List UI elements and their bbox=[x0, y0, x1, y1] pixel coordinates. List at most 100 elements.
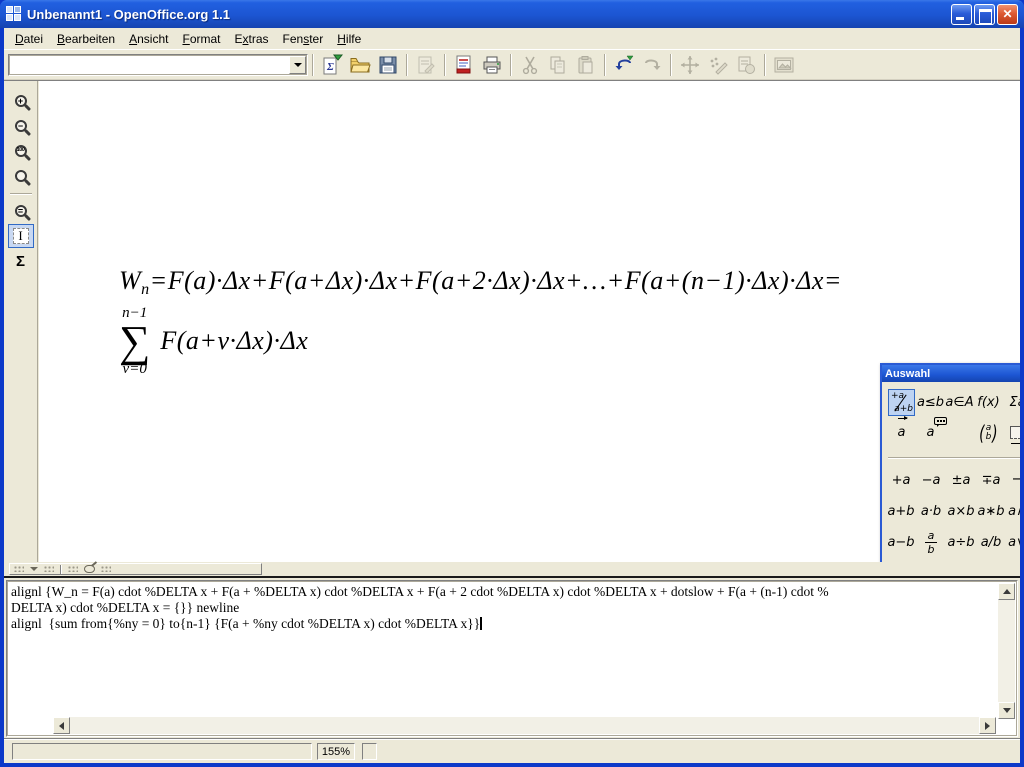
menu-format[interactable]: Format bbox=[175, 29, 227, 49]
menu-datei[interactable]: Datei bbox=[8, 29, 50, 49]
dock-handle-bar[interactable] bbox=[9, 563, 262, 575]
redo-button[interactable] bbox=[639, 52, 665, 78]
scroll-left-icon bbox=[59, 722, 64, 730]
symbol-a-over-b[interactable]: ab bbox=[916, 527, 946, 558]
palette-category-row-1: +a a+b a≤b a∈A f(x) Σa bbox=[888, 389, 1020, 416]
grip-dots-icon[interactable] bbox=[101, 566, 111, 572]
undo-button[interactable] bbox=[611, 52, 637, 78]
symbol-minusplus-a[interactable]: ∓a bbox=[976, 465, 1006, 496]
summation-symbol: n−1 ∑ ν=0 bbox=[119, 305, 150, 378]
command-vertical-scrollbar[interactable] bbox=[998, 583, 1015, 719]
command-horizontal-scrollbar[interactable] bbox=[53, 717, 996, 734]
styles-button[interactable] bbox=[733, 52, 759, 78]
command-line[interactable]: alignl {sum from{%ny = 0} to{n-1} {F(a +… bbox=[11, 616, 995, 632]
formula-command-window[interactable]: alignl {W_n = F(a) cdot %DELTA x + F(a +… bbox=[6, 580, 1018, 737]
symbol-a-cdot-b[interactable]: a·b bbox=[916, 496, 946, 527]
symbol-a-slash-b[interactable]: a/b bbox=[976, 527, 1006, 558]
scroll-right-button[interactable] bbox=[979, 717, 996, 734]
paste-button[interactable] bbox=[573, 52, 599, 78]
formula-line-2: n−1 ∑ ν=0 F(a+ν·Δx)·Δx bbox=[119, 305, 842, 378]
zoom-all-button[interactable] bbox=[8, 164, 34, 188]
grip-dots-icon[interactable] bbox=[14, 566, 24, 572]
save-floppy-icon bbox=[377, 54, 399, 76]
symbols-button[interactable]: Σ bbox=[8, 249, 34, 273]
formula-cursor-icon: I bbox=[13, 228, 29, 244]
symbol-a-plus-b[interactable]: a+b bbox=[886, 496, 916, 527]
menu-fenster[interactable]: Fenster bbox=[276, 29, 331, 49]
symbol-plus-a[interactable]: +a bbox=[886, 465, 916, 496]
catalog-dots-icon bbox=[707, 54, 729, 76]
minimize-button[interactable] bbox=[951, 4, 972, 25]
print-button[interactable] bbox=[479, 52, 505, 78]
printer-icon bbox=[481, 54, 503, 76]
menu-hilfe[interactable]: Hilfe bbox=[330, 29, 368, 49]
redo-arrow-icon bbox=[641, 54, 663, 76]
format-box-icon bbox=[1010, 426, 1020, 439]
symbol-a-div-b[interactable]: a÷b bbox=[946, 527, 976, 558]
category-relations[interactable]: a≤b bbox=[917, 389, 944, 416]
combobox-dropdown-button[interactable] bbox=[289, 56, 306, 74]
scroll-down-button[interactable] bbox=[998, 702, 1015, 719]
export-document-icon bbox=[453, 54, 475, 76]
formula-source-text[interactable]: alignl {W_n = F(a) cdot %DELTA x + F(a +… bbox=[11, 584, 995, 632]
new-formula-button[interactable]: Σ bbox=[319, 52, 345, 78]
chevron-down-icon[interactable] bbox=[30, 567, 38, 571]
symbol-plusminus-a[interactable]: ±a bbox=[946, 465, 976, 496]
command-line[interactable]: DELTA x) cdot %DELTA x = {}} newline bbox=[11, 600, 995, 616]
symbol-a-or-b[interactable]: a∨b bbox=[1006, 527, 1020, 558]
unary-binary-icon: +a a+b bbox=[889, 390, 914, 415]
formula-line-1: Wn=F(a)·Δx+F(a+Δx)·Δx+F(a+2·Δx)·Δx+…+F(a… bbox=[119, 266, 842, 299]
copy-button[interactable] bbox=[545, 52, 571, 78]
open-button[interactable] bbox=[347, 52, 373, 78]
formula-cursor-button[interactable]: I bbox=[8, 224, 34, 248]
load-url-input[interactable] bbox=[9, 55, 288, 75]
load-url-combobox[interactable] bbox=[8, 54, 308, 76]
gallery-button[interactable] bbox=[771, 52, 797, 78]
scroll-up-button[interactable] bbox=[998, 583, 1015, 600]
title-bar[interactable]: Unbenannt1 - OpenOffice.org 1.1 ✕ bbox=[0, 0, 1024, 28]
grip-dots-icon[interactable] bbox=[68, 566, 78, 572]
scroll-left-button[interactable] bbox=[53, 717, 70, 734]
scroll-down-icon bbox=[1003, 708, 1011, 713]
symbol-a-minus-b[interactable]: a−b bbox=[886, 527, 916, 558]
command-line[interactable]: alignl {W_n = F(a) cdot %DELTA x + F(a +… bbox=[11, 584, 995, 600]
pen-icon[interactable] bbox=[84, 565, 95, 573]
palette-title-bar[interactable]: Auswahl ✕ bbox=[882, 365, 1020, 382]
symbol-neg-a[interactable]: ¬a bbox=[1006, 465, 1020, 496]
palette-separator bbox=[888, 457, 1020, 459]
status-zoom-panel[interactable]: 155% bbox=[317, 743, 355, 760]
rendered-formula: Wn=F(a)·Δx+F(a+Δx)·Δx+F(a+2·Δx)·Δx+…+F(a… bbox=[119, 266, 842, 378]
symbol-a-times-b[interactable]: a×b bbox=[946, 496, 976, 527]
grip-dots-icon[interactable] bbox=[44, 566, 54, 572]
menu-bearbeiten[interactable]: Bearbeiten bbox=[50, 29, 122, 49]
category-set-operations[interactable]: a∈A bbox=[946, 389, 973, 416]
category-unary-binary-operators[interactable]: +a a+b bbox=[888, 389, 915, 416]
symbol-a-and-b[interactable]: a∧b bbox=[1006, 496, 1020, 527]
category-operators[interactable]: Σa bbox=[1004, 389, 1020, 416]
menu-ansicht[interactable]: Ansicht bbox=[122, 29, 175, 49]
category-attributes[interactable]: a bbox=[888, 419, 915, 446]
menu-extras[interactable]: Extras bbox=[228, 29, 276, 49]
category-misc[interactable]: a bbox=[917, 419, 944, 446]
splitter-line[interactable] bbox=[4, 576, 1020, 578]
symbol-minus-a[interactable]: −a bbox=[916, 465, 946, 496]
close-button[interactable]: ✕ bbox=[997, 4, 1018, 25]
category-brackets[interactable]: (ab) bbox=[975, 419, 1002, 446]
maximize-button[interactable] bbox=[974, 4, 995, 25]
zoom-in-button[interactable]: + bbox=[8, 89, 34, 113]
toolbar-dock-strip bbox=[4, 562, 1020, 576]
edit-formula-button[interactable] bbox=[413, 52, 439, 78]
zoom-100-button[interactable]: 100 bbox=[8, 139, 34, 163]
symbols-catalog-button[interactable] bbox=[705, 52, 731, 78]
cut-button[interactable] bbox=[517, 52, 543, 78]
navigator-button[interactable] bbox=[677, 52, 703, 78]
save-button[interactable] bbox=[375, 52, 401, 78]
export-pdf-button[interactable] bbox=[451, 52, 477, 78]
sigma-icon: Σ bbox=[16, 253, 25, 270]
category-functions[interactable]: f(x) bbox=[975, 389, 1002, 416]
symbol-a-ast-b[interactable]: a∗b bbox=[976, 496, 1006, 527]
selection-palette-window[interactable]: Auswahl ✕ +a a+b a≤b a∈A f(x) Σa bbox=[880, 363, 1020, 563]
category-formats[interactable] bbox=[1004, 419, 1020, 446]
zoom-out-button[interactable]: − bbox=[8, 114, 34, 138]
update-view-button[interactable]: = bbox=[8, 199, 34, 223]
